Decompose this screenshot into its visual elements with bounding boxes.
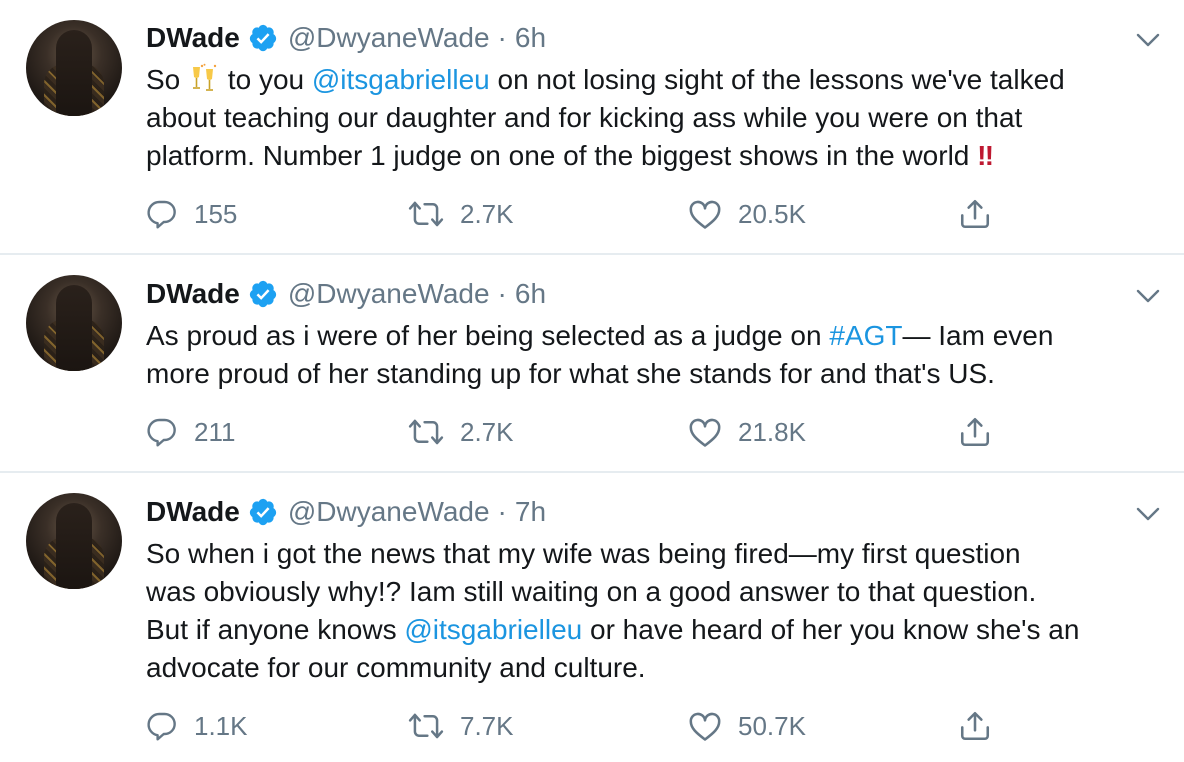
chevron-down-icon[interactable] — [1134, 286, 1162, 306]
author-handle[interactable]: @DwyaneWade — [288, 496, 490, 528]
retweet-button[interactable]: 2.7K — [408, 412, 514, 452]
tweet-actions: 211 2.7K 21.8K — [146, 412, 1046, 452]
text-segment: to you — [220, 64, 312, 95]
reply-button[interactable]: 155 — [146, 194, 237, 234]
avatar[interactable] — [26, 275, 122, 371]
tweet-text: So to you @itsgabrielleu on not losing s… — [146, 61, 1176, 175]
like-count: 21.8K — [738, 416, 806, 447]
avatar[interactable] — [26, 493, 122, 589]
reply-icon — [147, 418, 176, 447]
tweet-header: DWade @DwyaneWade · 6h — [146, 18, 546, 58]
verified-badge-icon — [249, 498, 276, 526]
heart-icon — [689, 712, 721, 741]
retweet-count: 2.7K — [460, 198, 514, 229]
reply-count: 211 — [194, 416, 236, 447]
retweet-count: 2.7K — [460, 416, 514, 447]
text-line: was obviously why!? Iam still waiting on… — [146, 576, 1037, 607]
like-button[interactable]: 21.8K — [688, 412, 806, 452]
tweet-text: So when i got the news that my wife was … — [146, 535, 1176, 687]
retweet-button[interactable]: 7.7K — [408, 706, 514, 746]
text-segment: platform. Number 1 judge on one of the b… — [146, 140, 970, 171]
tweet-1[interactable]: DWade @DwyaneWade · 6h So to you @itsgab… — [0, 0, 1184, 254]
separator-dot: · — [497, 278, 507, 309]
share-icon — [960, 199, 990, 229]
author-handle[interactable]: @DwyaneWade — [288, 278, 490, 310]
share-button[interactable] — [958, 194, 1008, 234]
tweet-time[interactable]: 6h — [515, 22, 546, 54]
text-segment: on not losing sight of the lessons we've… — [489, 64, 1065, 95]
reply-count: 155 — [194, 198, 238, 229]
retweet-icon — [408, 419, 444, 445]
tweet-2[interactable]: DWade @DwyaneWade · 6h As proud as i wer… — [0, 255, 1184, 471]
mention-link[interactable]: @itsgabrielleu — [404, 614, 582, 645]
reply-icon — [147, 200, 176, 229]
reply-button[interactable]: 211 — [146, 412, 235, 452]
double-exclamation-emoji: ‼ — [977, 140, 994, 171]
chevron-down-icon[interactable] — [1134, 30, 1162, 50]
share-icon — [960, 711, 990, 741]
tweet-text: As proud as i were of her being selected… — [146, 317, 1176, 393]
tweet-header: DWade @DwyaneWade · 7h — [146, 492, 546, 532]
text-segment: or have heard of her you know she's an — [582, 614, 1080, 645]
text-line: So when i got the news that my wife was … — [146, 538, 1021, 569]
heart-icon — [689, 418, 721, 447]
text-segment: So — [146, 64, 189, 95]
like-button[interactable]: 50.7K — [688, 706, 806, 746]
author-name[interactable]: DWade — [146, 22, 240, 54]
retweet-icon — [408, 713, 444, 739]
heart-icon — [689, 200, 721, 229]
text-segment: — Iam even — [902, 320, 1054, 351]
mention-link[interactable]: @itsgabrielleu — [312, 64, 490, 95]
text-segment: As proud as i were of her being selected… — [146, 320, 830, 351]
text-line: advocate for our community and culture. — [146, 652, 646, 683]
tweet-3[interactable]: DWade @DwyaneWade · 7h So when i got the… — [0, 473, 1184, 762]
text-line: about teaching our daughter and for kick… — [146, 102, 1023, 133]
share-icon — [960, 417, 990, 447]
like-count: 20.5K — [738, 198, 806, 229]
author-handle[interactable]: @DwyaneWade — [288, 22, 490, 54]
author-name[interactable]: DWade — [146, 496, 240, 528]
tweet-time[interactable]: 6h — [515, 278, 546, 310]
tweet-time[interactable]: 7h — [515, 496, 546, 528]
text-line: more proud of her standing up for what s… — [146, 358, 995, 389]
chevron-down-icon[interactable] — [1134, 504, 1162, 524]
reply-button[interactable]: 1.1K — [146, 706, 248, 746]
author-name[interactable]: DWade — [146, 278, 240, 310]
like-button[interactable]: 20.5K — [688, 194, 806, 234]
separator-dot: · — [497, 22, 507, 53]
share-button[interactable] — [958, 706, 1008, 746]
verified-badge-icon — [249, 24, 276, 52]
cheers-emoji-icon — [193, 63, 217, 91]
retweet-count: 7.7K — [460, 710, 514, 741]
retweet-button[interactable]: 2.7K — [408, 194, 514, 234]
share-button[interactable] — [958, 412, 1008, 452]
verified-badge-icon — [249, 280, 276, 308]
reply-icon — [147, 712, 176, 741]
like-count: 50.7K — [738, 710, 806, 741]
tweet-header: DWade @DwyaneWade · 6h — [146, 274, 546, 314]
hashtag-link[interactable]: #AGT — [829, 320, 902, 351]
text-segment: But if anyone knows — [146, 614, 405, 645]
retweet-icon — [408, 201, 444, 227]
tweet-actions: 1.1K 7.7K 50.7K — [146, 706, 1046, 746]
avatar[interactable] — [26, 20, 122, 116]
reply-count: 1.1K — [194, 710, 248, 741]
tweet-actions: 155 2.7K 20.5K — [146, 194, 1046, 234]
separator-dot: · — [497, 496, 507, 527]
